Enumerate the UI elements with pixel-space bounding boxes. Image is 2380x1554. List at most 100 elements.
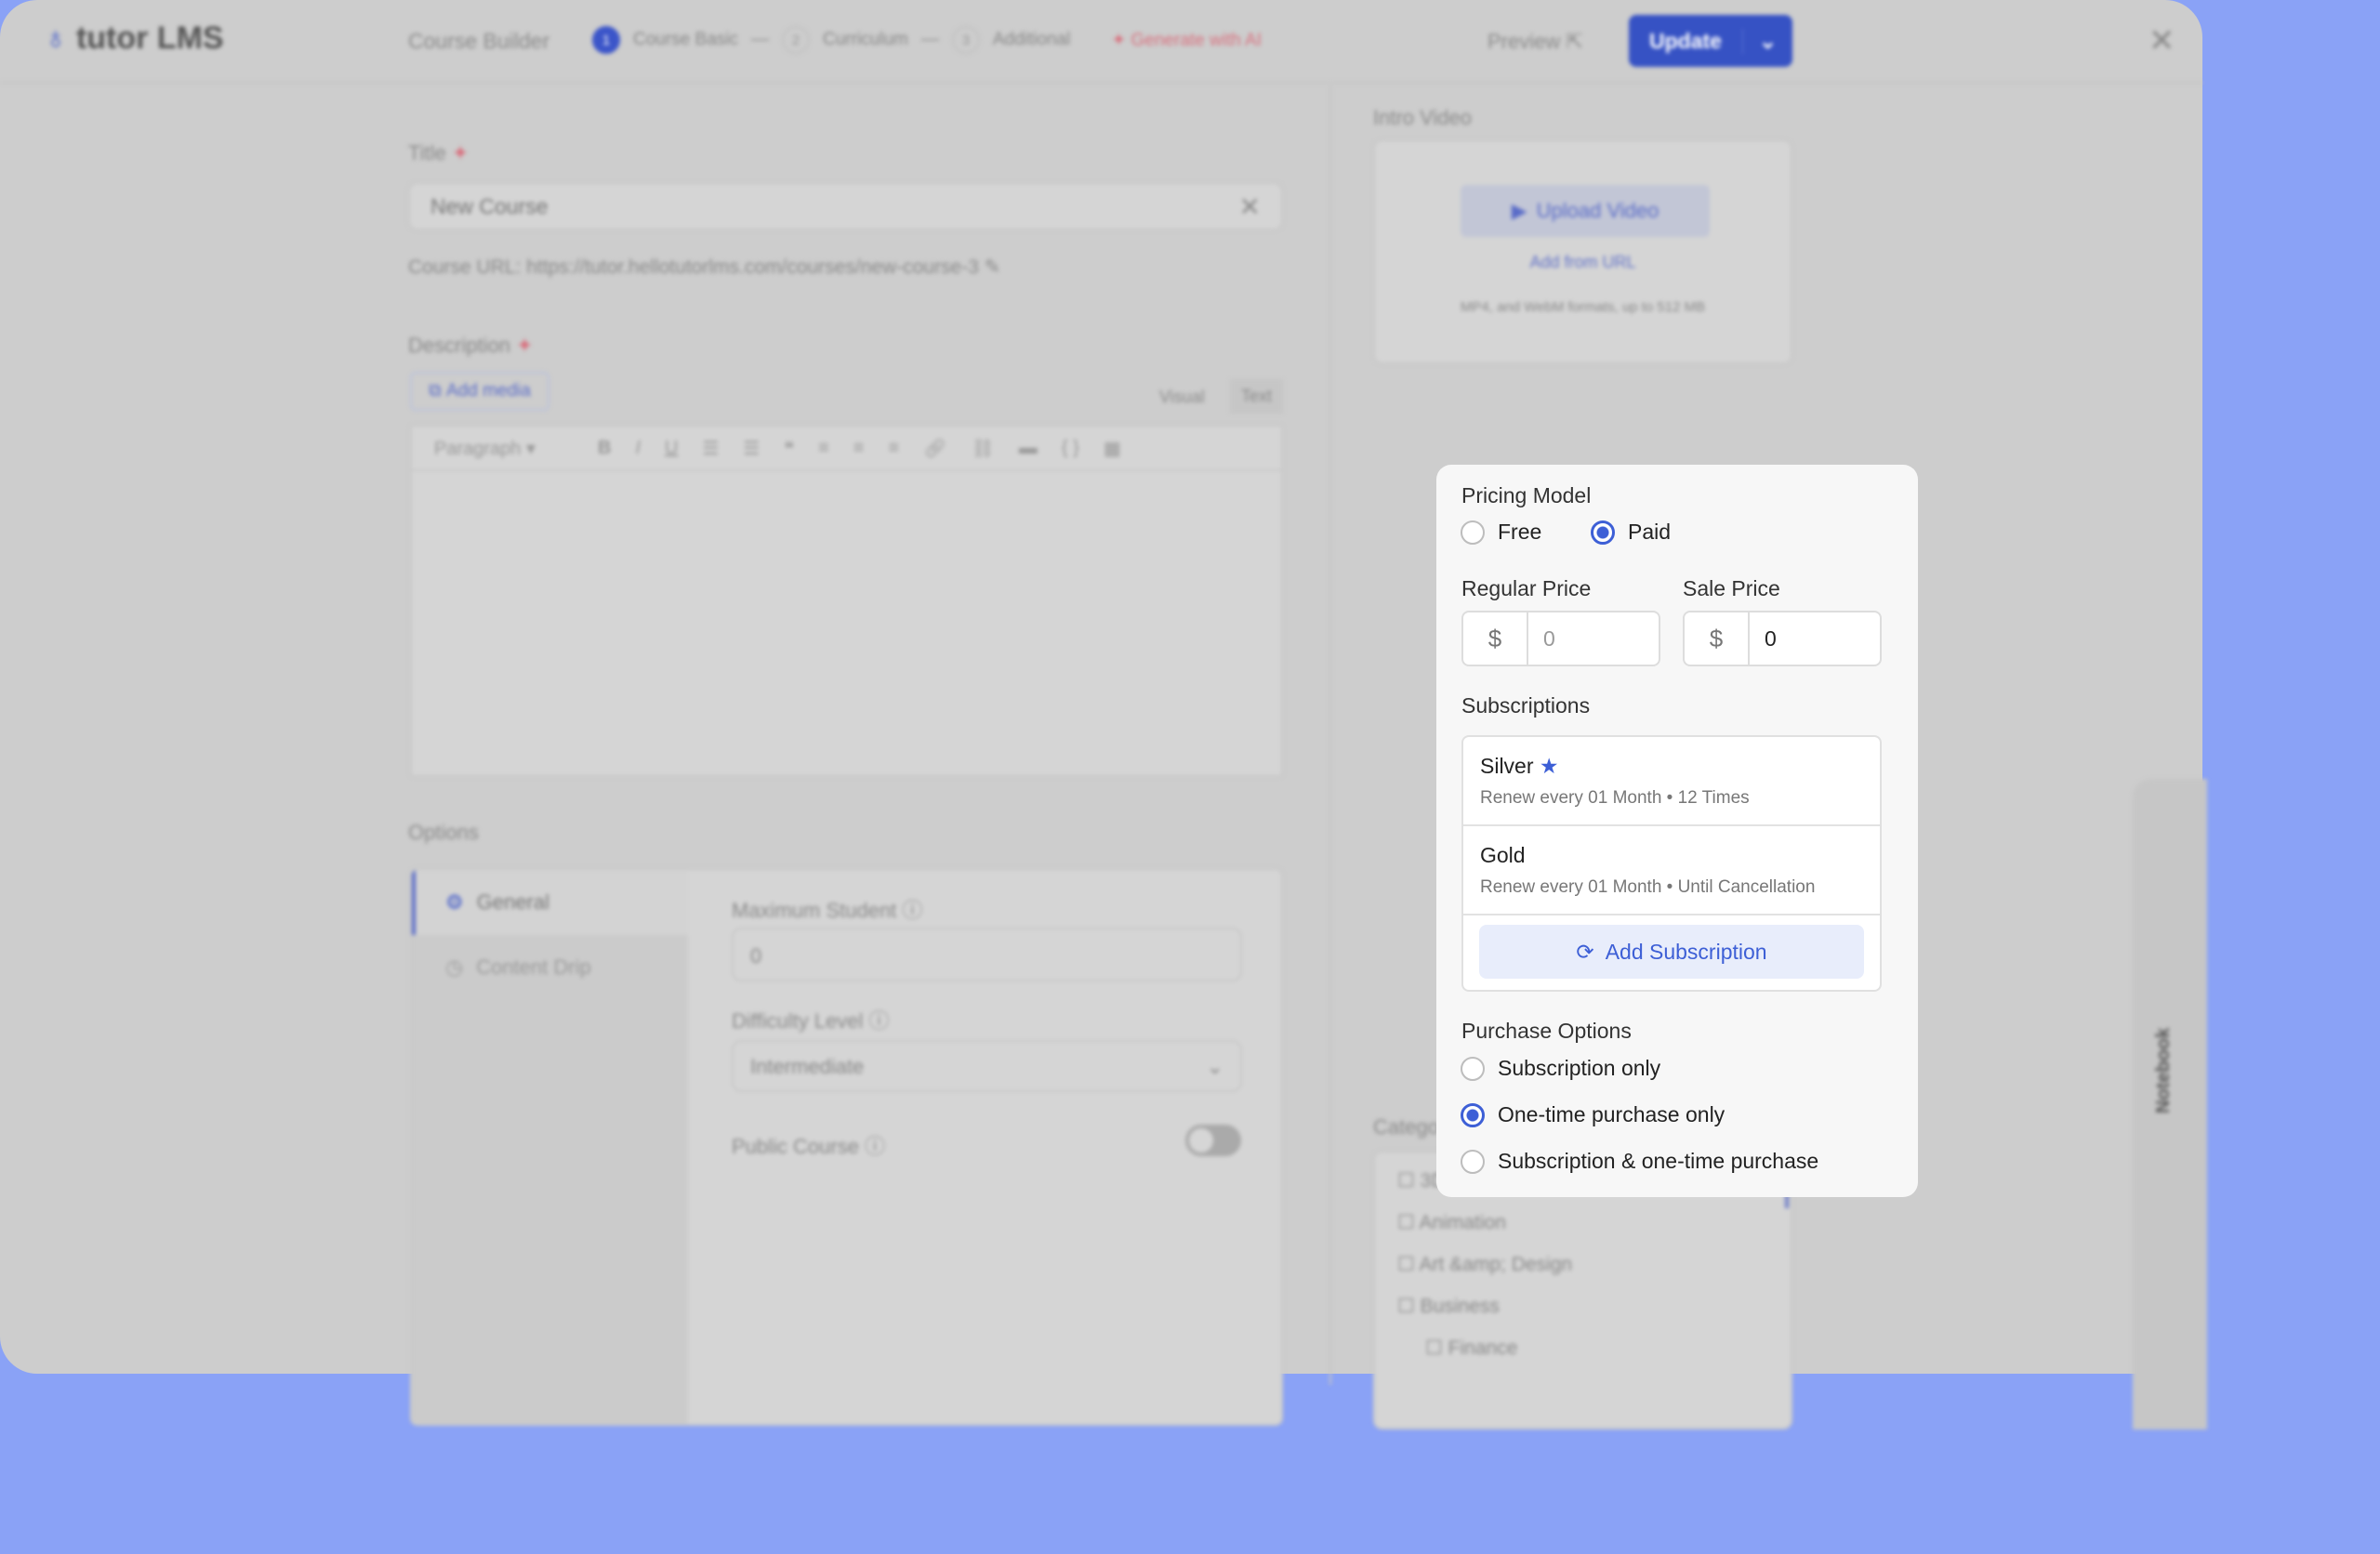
sale-price-value[interactable]: 0 (1750, 612, 1777, 665)
add-media-button[interactable]: ⧉ Add media (410, 372, 549, 411)
text-tab[interactable]: Text (1230, 379, 1284, 414)
options-label: Options (408, 821, 479, 844)
link-icon[interactable]: 🔗︎ (923, 437, 946, 460)
clear-icon[interactable]: ✕ (1239, 191, 1261, 222)
purchase-options-label: Purchase Options (1461, 1019, 1632, 1043)
course-url: Course URL: https://tutor.hellotutorlms.… (408, 257, 1001, 278)
pricing-panel: Pricing Model Free Paid Regular Price $0… (1436, 465, 1918, 1197)
radio-button[interactable] (1461, 520, 1485, 545)
radio-paid[interactable]: Paid (1591, 520, 1671, 545)
italic-icon[interactable]: I (635, 438, 641, 459)
step-course-basic[interactable]: Course Basic (633, 30, 738, 50)
subscriptions-label: Subscriptions (1461, 693, 1591, 718)
purchase-subscription-only[interactable]: Subscription only (1461, 1056, 1660, 1081)
preview-button[interactable]: Preview ⇱ (1488, 30, 1583, 54)
bullet-list-icon[interactable]: ☰ (702, 437, 719, 460)
gear-icon: ⚙ (445, 890, 464, 914)
category-item[interactable]: ☐ Business (1397, 1295, 1768, 1318)
toolbar-toggle-icon[interactable]: ▦ (1104, 437, 1121, 460)
sale-price-input[interactable]: $0 (1683, 611, 1882, 666)
regular-price-label: Regular Price (1461, 576, 1592, 600)
update-label: Update (1649, 28, 1722, 53)
radio-button (1461, 1056, 1485, 1081)
header-divider (0, 82, 2202, 84)
numbered-list-icon[interactable]: ☰ (743, 437, 760, 460)
edit-icon[interactable]: ✎ (985, 257, 1001, 278)
pricing-model-label: Pricing Model (1461, 483, 1592, 507)
chevron-down-icon: ⌄ (1206, 1055, 1223, 1078)
regular-price-value[interactable]: 0 (1528, 612, 1555, 665)
radio-button (1461, 1149, 1485, 1174)
align-left-icon[interactable]: ≡ (818, 438, 829, 459)
category-item[interactable]: ☐ Art &amp; Design (1397, 1253, 1768, 1276)
sale-price-label: Sale Price (1683, 576, 1780, 600)
purchase-both[interactable]: Subscription & one-time purchase (1461, 1149, 1818, 1174)
editor-toolbar: Paragraph ▾ B I U ☰ ☰ ❝ ≡ ≡ ≡ 🔗︎ ⛓︎ ▬ { } ▦ (412, 427, 1281, 471)
tab-general[interactable]: ⚙ General (412, 870, 688, 935)
tab-content-drip[interactable]: ◷ Content Drip (412, 935, 688, 1000)
subscription-item[interactable]: Silver ★ Renew every 01 Month • 12 Times (1463, 737, 1880, 826)
logo-icon: ♁ (44, 20, 68, 56)
step-1-indicator[interactable]: 1 (592, 26, 620, 54)
step-3-indicator[interactable]: 3 (951, 26, 980, 54)
title-label: Title ✦ (408, 141, 469, 165)
align-center-icon[interactable]: ≡ (853, 438, 865, 459)
chevron-down-icon[interactable]: ⌄ (1742, 28, 1792, 54)
category-item[interactable]: ☐ Animation (1397, 1211, 1768, 1234)
ai-sparkle-icon[interactable]: ✦ (452, 141, 469, 165)
visual-tab[interactable]: Visual (1159, 388, 1205, 407)
preview-label: Preview (1488, 30, 1561, 53)
logo: ♁ tutor LMS (44, 20, 224, 57)
subscription-item[interactable]: Gold Renew every 01 Month • Until Cancell… (1463, 826, 1880, 915)
difficulty-select[interactable]: Intermediate ⌄ (732, 1040, 1242, 1092)
close-icon[interactable]: ✕ (2149, 22, 2175, 59)
star-icon: ★ (1539, 753, 1559, 778)
generate-ai-button[interactable]: ✦ Generate with AI (1111, 30, 1262, 51)
options-panel: ⚙ General ◷ Content Drip Maximum Student ⓘ… (410, 868, 1283, 1426)
description-label: Description ✦ (408, 334, 534, 357)
step-additional[interactable]: Additional (993, 30, 1070, 50)
intro-video-label: Intro Video (1373, 106, 1473, 129)
read-more-icon[interactable]: ▬ (1019, 438, 1038, 459)
difficulty-label: Difficulty Level ⓘ (732, 1009, 890, 1033)
public-course-toggle[interactable] (1185, 1125, 1241, 1156)
title-input[interactable]: New Course ✕ (408, 182, 1283, 230)
logo-text: tutor LMS (75, 20, 224, 56)
step-curriculum[interactable]: Curriculum (823, 30, 908, 50)
video-format-hint: MP4, and WebM formats, up to 512 MB (1460, 299, 1706, 315)
code-icon[interactable]: { } (1062, 438, 1079, 459)
notebook-label: Notebook (2153, 1027, 2174, 1113)
format-select[interactable]: Paragraph ▾ (434, 437, 574, 460)
add-subscription-button[interactable]: ⟳ Add Subscription (1479, 925, 1864, 979)
notebook-tab[interactable]: Notebook (2133, 779, 2207, 1429)
upload-video-button[interactable]: ▶ Upload Video (1461, 185, 1710, 237)
subscription-refresh-icon: ⟳ (1576, 939, 1594, 964)
intro-video-dropzone[interactable]: ▶ Upload Video Add from URL MP4, and WebM… (1373, 139, 1792, 364)
course-builder-label: Course Builder (408, 29, 550, 53)
unlink-icon[interactable]: ⛓︎ (972, 437, 995, 460)
align-right-icon[interactable]: ≡ (888, 438, 899, 459)
quote-icon[interactable]: ❝ (784, 437, 794, 460)
regular-price-input[interactable]: $0 (1461, 611, 1660, 666)
category-item[interactable]: ☐ Finance (1397, 1337, 1768, 1360)
radio-free[interactable]: Free (1461, 520, 1541, 545)
max-student-input[interactable]: 0 (732, 928, 1242, 981)
radio-button[interactable] (1591, 520, 1615, 545)
currency-symbol: $ (1685, 612, 1750, 665)
radio-button (1461, 1102, 1485, 1127)
clock-icon: ◷ (445, 955, 464, 979)
options-tabs: ⚙ General ◷ Content Drip (412, 870, 688, 1424)
update-button[interactable]: Update ⌄ (1629, 15, 1792, 67)
description-editor[interactable]: Paragraph ▾ B I U ☰ ☰ ❝ ≡ ≡ ≡ 🔗︎ ⛓︎ ▬ { } ▦ (410, 425, 1283, 777)
bold-icon[interactable]: B (598, 438, 611, 459)
add-from-url-link[interactable]: Add from URL (1375, 253, 1791, 272)
currency-symbol: $ (1463, 612, 1528, 665)
generate-ai-label: Generate with AI (1130, 30, 1262, 50)
underline-icon[interactable]: U (665, 438, 678, 459)
max-student-label: Maximum Student ⓘ (732, 899, 923, 922)
purchase-one-time-only[interactable]: One-time purchase only (1461, 1102, 1725, 1127)
video-icon: ▶ (1511, 199, 1527, 222)
ai-sparkle-icon[interactable]: ✦ (516, 334, 533, 357)
public-course-label: Public Course ⓘ (732, 1135, 886, 1158)
step-2-indicator[interactable]: 2 (782, 26, 810, 54)
